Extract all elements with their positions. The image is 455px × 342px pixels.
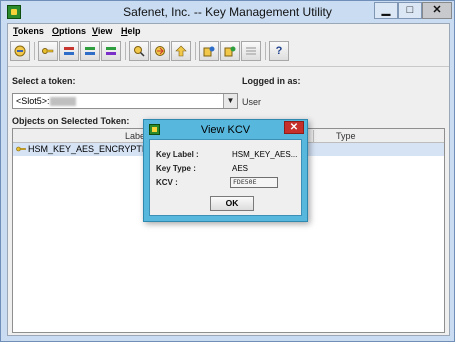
search-key-icon [134,46,145,57]
key-type-value: AES [232,164,249,173]
toolbar: ? [8,41,449,63]
main-window: Safenet, Inc. -- Key Management Utility … [0,0,455,342]
token-info-2-icon [224,46,236,57]
menu-help[interactable]: Help [121,26,141,36]
help-icon: ? [275,45,283,57]
dialog-body: Key Label : HSM_KEY_AES... Key Type : AE… [149,139,302,216]
key-pair-icon [64,47,74,55]
key-generate-icon [85,47,95,55]
column-divider [313,130,314,142]
key-list-button[interactable] [101,41,121,61]
close-button[interactable]: ✕ [422,2,452,19]
ok-button[interactable]: OK [210,196,254,211]
column-header-type[interactable]: Type [336,131,356,141]
disabled-button[interactable] [241,41,261,61]
token-info-icon [203,46,215,57]
key-icon [42,48,54,54]
token-select[interactable]: <Slot5>: ▼ [12,93,238,109]
objects-label: Objects on Selected Token: [12,116,130,126]
toolbar-separator [34,42,35,60]
dialog-close-button[interactable]: ✕ [284,121,304,134]
kcv-field[interactable]: FDE50E [230,177,278,188]
toolbar-separator [195,42,196,60]
token-select-value: <Slot5>: [16,96,50,106]
logged-in-value: User [242,97,262,107]
token-name-redacted [50,97,76,106]
key-generate-button[interactable] [80,41,100,61]
key-pair-button[interactable] [59,41,79,61]
wrap-key-icon [155,46,165,56]
token-info-2-button[interactable] [220,41,240,61]
kcv-label: KCV : [156,178,178,187]
toolbar-divider [8,66,449,67]
menu-view[interactable]: View [92,26,112,36]
menu-tokens[interactable]: Tokens [13,26,44,36]
minimize-button[interactable]: ▁ [374,2,398,19]
logged-in-label: Logged in as: [242,76,301,86]
key-label-value: HSM_KEY_AES... [232,150,298,159]
token-info-button[interactable] [199,41,219,61]
upload-button[interactable] [171,41,191,61]
toolbar-separator [125,42,126,60]
login-button[interactable] [10,41,30,61]
disabled-icon [246,47,256,55]
row-label: HSM_KEY_AES_ENCRYPTIO [28,144,152,154]
key-button[interactable] [38,41,58,61]
menu-options[interactable]: Options [52,26,86,36]
wrap-key-button[interactable] [150,41,170,61]
key-list-icon [106,47,116,55]
key-type-label: Key Type : [156,164,196,173]
title-bar: Safenet, Inc. -- Key Management Utility … [1,1,454,23]
maximize-button[interactable]: □ [398,2,422,19]
help-button[interactable]: ? [269,41,289,61]
search-key-button[interactable] [129,41,149,61]
chevron-down-icon[interactable]: ▼ [223,94,237,108]
upload-icon [175,45,187,57]
key-icon [16,146,26,152]
menu-bar: Tokens Options View Help [8,24,449,40]
select-token-label: Select a token: [12,76,76,86]
login-icon [14,45,26,57]
dialog-title: View KCV [200,124,251,136]
key-label-label: Key Label : [156,150,199,159]
view-kcv-dialog: View KCV ✕ Key Label : HSM_KEY_AES... Ke… [143,119,308,222]
toolbar-separator [265,42,266,60]
